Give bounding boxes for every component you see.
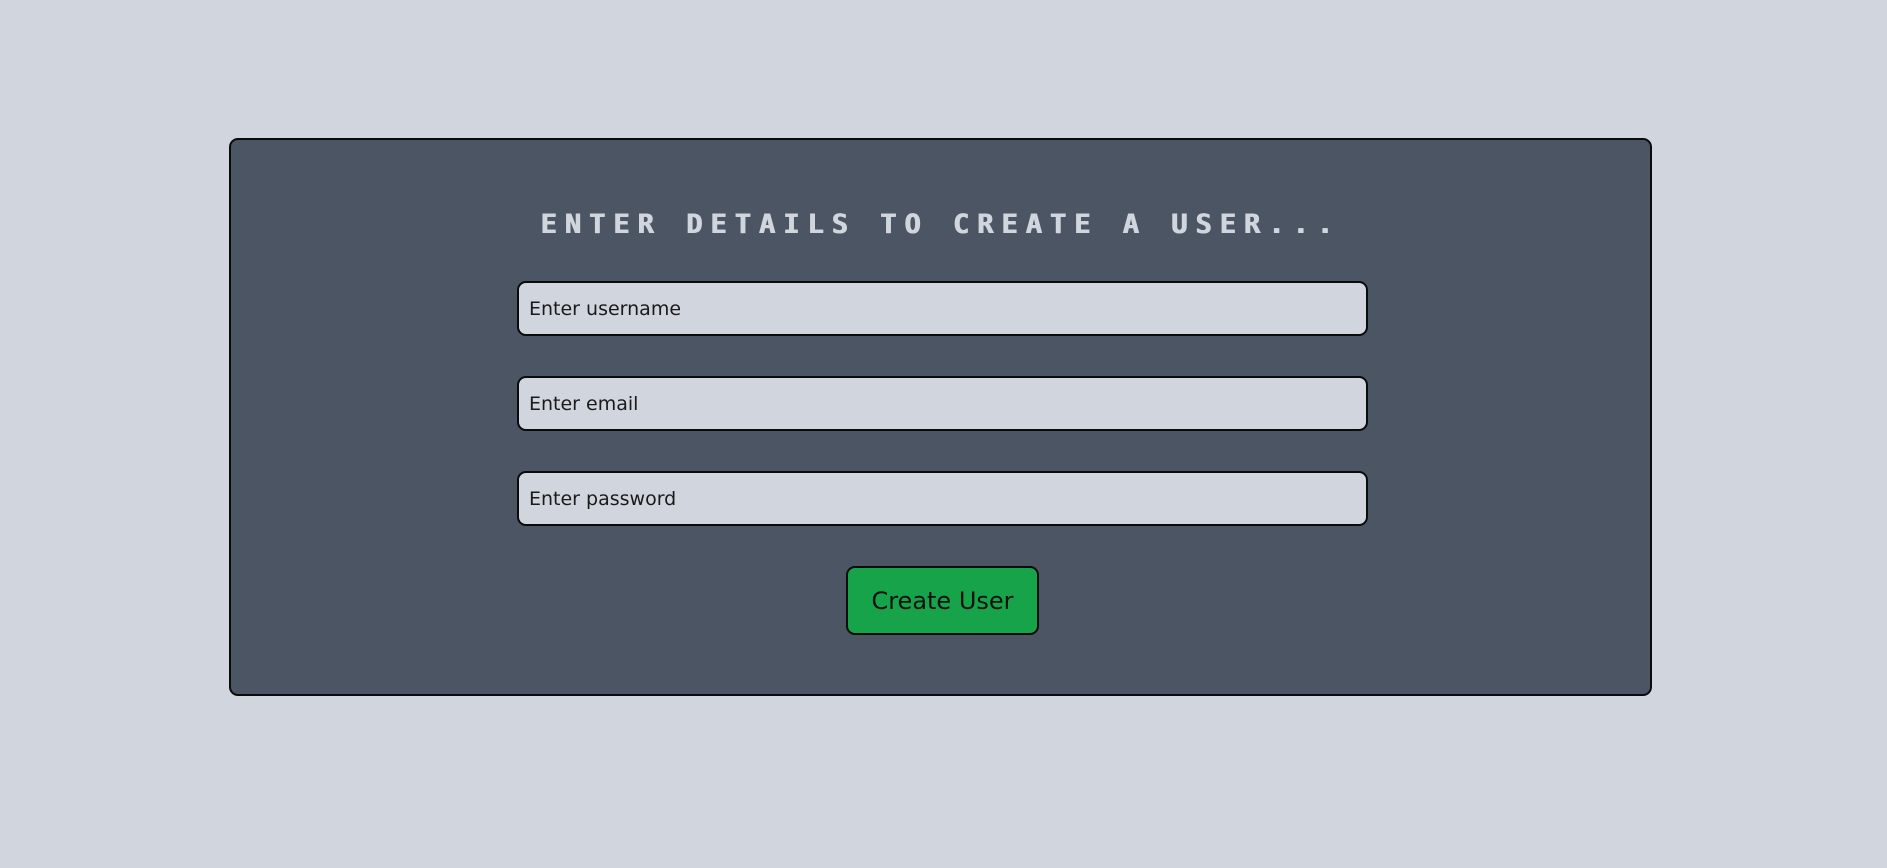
- create-user-button[interactable]: Create User: [846, 566, 1039, 635]
- email-input[interactable]: [517, 376, 1368, 431]
- password-input[interactable]: [517, 471, 1368, 526]
- page: ENTER DETAILS TO CREATE A USER... Create…: [0, 0, 1887, 868]
- username-input[interactable]: [517, 281, 1368, 336]
- form-title: ENTER DETAILS TO CREATE A USER...: [540, 209, 1341, 240]
- create-user-card: ENTER DETAILS TO CREATE A USER... Create…: [229, 138, 1652, 696]
